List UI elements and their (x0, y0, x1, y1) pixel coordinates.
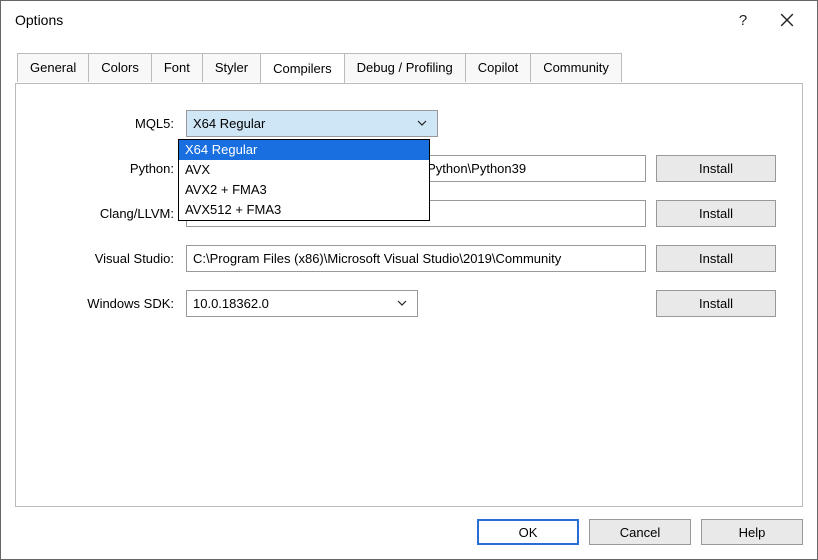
install-vs-button[interactable]: Install (656, 245, 776, 272)
install-sdk-button[interactable]: Install (656, 290, 776, 317)
mql5-option[interactable]: AVX512 + FMA3 (179, 200, 429, 220)
sdk-selected: 10.0.18362.0 (193, 296, 269, 311)
tab-compilers[interactable]: Compilers (260, 53, 345, 83)
clang-label: Clang/LLVM: (36, 206, 176, 221)
window-title: Options (15, 12, 721, 28)
tab-font[interactable]: Font (151, 53, 203, 82)
close-icon[interactable] (765, 1, 809, 39)
help-button[interactable]: Help (701, 519, 803, 545)
vs-label: Visual Studio: (36, 251, 176, 266)
python-label: Python: (36, 161, 176, 176)
mql5-combobox[interactable]: X64 Regular (186, 110, 438, 137)
cancel-button[interactable]: Cancel (589, 519, 691, 545)
help-icon[interactable]: ? (721, 1, 765, 39)
vs-path-input[interactable] (186, 245, 646, 272)
tab-strip: General Colors Font Styler Compilers Deb… (17, 53, 803, 82)
tab-general[interactable]: General (17, 53, 89, 82)
install-python-button[interactable]: Install (656, 155, 776, 182)
tab-debug[interactable]: Debug / Profiling (344, 53, 466, 82)
chevron-down-icon (417, 118, 427, 129)
sdk-combobox[interactable]: 10.0.18362.0 (186, 290, 418, 317)
install-clang-button[interactable]: Install (656, 200, 776, 227)
mql5-option[interactable]: AVX (179, 160, 429, 180)
mql5-label: MQL5: (36, 116, 176, 131)
tab-copilot[interactable]: Copilot (465, 53, 531, 82)
mql5-dropdown-list[interactable]: X64 Regular AVX AVX2 + FMA3 AVX512 + FMA… (178, 139, 430, 221)
chevron-down-icon (397, 298, 407, 309)
mql5-option[interactable]: X64 Regular (179, 140, 429, 160)
mql5-selected: X64 Regular (193, 116, 265, 131)
titlebar: Options ? (1, 1, 817, 39)
ok-button[interactable]: OK (477, 519, 579, 545)
tab-styler[interactable]: Styler (202, 53, 261, 82)
content-area: General Colors Font Styler Compilers Deb… (15, 53, 803, 507)
tab-colors[interactable]: Colors (88, 53, 152, 82)
tab-community[interactable]: Community (530, 53, 622, 82)
sdk-label: Windows SDK: (36, 296, 176, 311)
dialog-footer: OK Cancel Help (477, 519, 803, 545)
compilers-panel: MQL5: X64 Regular Python: Install Clang/… (15, 83, 803, 507)
mql5-option[interactable]: AVX2 + FMA3 (179, 180, 429, 200)
